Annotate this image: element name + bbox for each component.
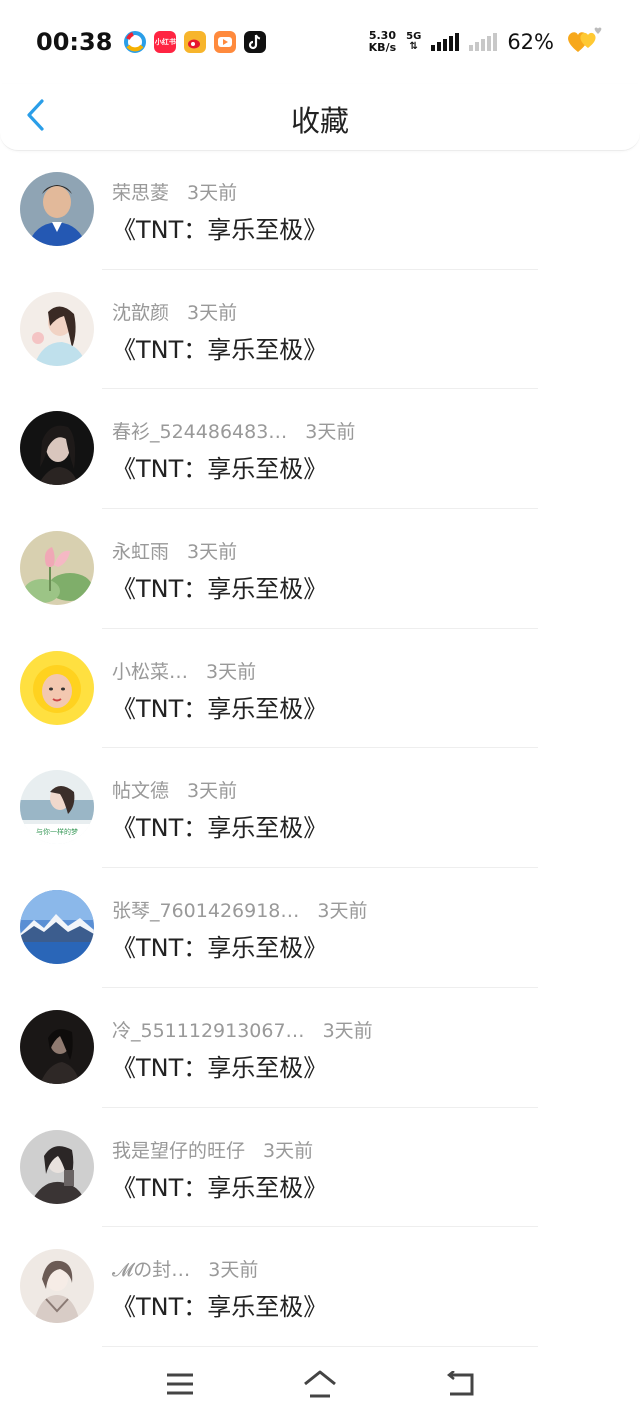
item-title[interactable]: 《TNT：享乐至极》	[112, 808, 327, 843]
signal-sim2-icon	[469, 33, 498, 51]
item-title[interactable]: 《TNT：享乐至极》	[112, 689, 327, 724]
browser-icon	[124, 31, 147, 53]
username[interactable]: 荣思菱	[112, 178, 169, 205]
avatar[interactable]	[20, 650, 94, 725]
list-item[interactable]: 荣思菱 3天前 《TNT：享乐至极》	[0, 150, 640, 270]
timestamp: 3天前	[206, 660, 257, 683]
item-meta: 永虹雨 3天前	[112, 537, 237, 564]
avatar[interactable]: 与你一样的梦	[20, 770, 94, 845]
signal-icon	[431, 33, 460, 51]
list-item[interactable]: 春衫_524486483… 3天前 《TNT：享乐至极》	[0, 389, 640, 510]
avatar[interactable]	[20, 172, 94, 246]
list-item[interactable]: 永虹雨 3天前 《TNT：享乐至极》	[0, 509, 640, 629]
status-bar: 00:38 小红书 5.30 KB/s 5G ⇅ 62%	[0, 0, 640, 84]
list-item[interactable]: 张琴_7601426918… 3天前 《TNT：享乐至极》	[0, 868, 640, 988]
avatar[interactable]	[20, 531, 94, 606]
item-meta: 沈歆颜 3天前	[112, 298, 237, 325]
item-title[interactable]: 《TNT：享乐至极》	[112, 210, 327, 245]
list-item[interactable]: 小松菜… 3天前 《TNT：享乐至极》	[0, 629, 640, 749]
battery-hearts-icon	[564, 24, 604, 60]
item-title[interactable]: 《TNT：享乐至极》	[112, 928, 327, 963]
username[interactable]: 小松菜…	[112, 657, 188, 684]
home-icon	[304, 1370, 336, 1398]
item-meta: 冷_551112913067… 3天前	[112, 1016, 373, 1043]
menu-button[interactable]	[160, 1364, 200, 1404]
avatar[interactable]	[20, 890, 94, 965]
item-meta: 𝓜の封… 3天前	[112, 1255, 258, 1282]
item-title[interactable]: 《TNT：享乐至极》	[112, 569, 327, 604]
menu-icon	[167, 1373, 193, 1395]
username[interactable]: 永虹雨	[112, 537, 169, 564]
return-icon	[446, 1371, 474, 1396]
system-nav-bar	[0, 1346, 640, 1422]
timestamp: 3天前	[187, 541, 238, 564]
timestamp: 3天前	[208, 1259, 259, 1282]
avatar[interactable]	[20, 291, 94, 366]
avatar[interactable]	[20, 411, 94, 486]
username[interactable]: 帖文德	[112, 776, 169, 803]
status-right: 5.30 KB/s 5G ⇅ 62%	[369, 24, 604, 60]
network-speed-unit: KB/s	[368, 41, 397, 54]
list-item[interactable]: 我是望仔的旺仔 3天前 《TNT：享乐至极》	[0, 1108, 640, 1228]
item-meta: 小松菜… 3天前	[112, 657, 256, 684]
username[interactable]: 我是望仔的旺仔	[112, 1136, 245, 1163]
avatar[interactable]	[20, 1009, 94, 1084]
timestamp: 3天前	[322, 1019, 373, 1042]
item-title[interactable]: 《TNT：享乐至极》	[112, 1287, 327, 1322]
item-meta: 春衫_524486483… 3天前	[112, 417, 355, 444]
tiktok-icon	[244, 31, 267, 53]
timestamp: 3天前	[317, 900, 368, 923]
list-item[interactable]: 与你一样的梦 帖文德 3天前 《TNT：享乐至极》	[0, 748, 640, 869]
favorites-list: 荣思菱 3天前 《TNT：享乐至极》 沈歆颜 3天前 《TNT：享乐至极》 春衫…	[0, 150, 640, 1347]
status-left: 00:38 小红书	[36, 28, 267, 56]
item-meta: 我是望仔的旺仔 3天前	[112, 1136, 313, 1163]
item-title[interactable]: 《TNT：享乐至极》	[112, 330, 327, 365]
item-title[interactable]: 《TNT：享乐至极》	[112, 449, 327, 484]
timestamp: 3天前	[187, 182, 238, 204]
username[interactable]: 春衫_524486483…	[112, 417, 287, 444]
timestamp: 3天前	[263, 1139, 314, 1162]
item-title[interactable]: 《TNT：享乐至极》	[112, 1168, 327, 1203]
list-item[interactable]: 沈歆颜 3天前 《TNT：享乐至极》	[0, 270, 640, 390]
xiaohongshu-icon: 小红书	[154, 31, 177, 53]
data-arrows-icon: ⇅	[409, 41, 418, 52]
home-button[interactable]	[300, 1364, 340, 1404]
timestamp: 3天前	[305, 421, 356, 444]
item-meta: 帖文德 3天前	[112, 776, 237, 803]
clock: 00:38	[36, 28, 113, 56]
username[interactable]: 𝓜の封…	[112, 1255, 190, 1282]
battery-percent: 62%	[507, 30, 554, 54]
item-meta: 荣思菱 3天前	[112, 178, 237, 205]
network-type: 5G ⇅	[406, 32, 421, 52]
avatar-caption: 与你一样的梦	[36, 827, 78, 836]
username[interactable]: 张琴_7601426918…	[112, 896, 299, 923]
avatar[interactable]	[20, 1129, 94, 1204]
list-item[interactable]: 𝓜の封… 3天前 《TNT：享乐至极》	[0, 1227, 640, 1347]
page-title: 收藏	[290, 104, 349, 138]
header: 收藏	[0, 84, 640, 151]
list-item[interactable]: 冷_551112913067… 3天前 《TNT：享乐至极》	[0, 988, 640, 1108]
username[interactable]: 沈歆颜	[112, 298, 169, 325]
back-nav-button[interactable]	[440, 1364, 480, 1404]
timestamp: 3天前	[187, 780, 238, 803]
item-title[interactable]: 《TNT：享乐至极》	[112, 1048, 327, 1083]
video-app-icon	[214, 31, 237, 53]
username[interactable]: 冷_551112913067…	[112, 1016, 305, 1043]
avatar[interactable]	[20, 1249, 94, 1324]
item-meta: 张琴_7601426918… 3天前	[112, 896, 367, 923]
weibo-icon	[184, 31, 207, 53]
network-speed: 5.30 KB/s	[369, 30, 396, 54]
timestamp: 3天前	[187, 301, 238, 324]
